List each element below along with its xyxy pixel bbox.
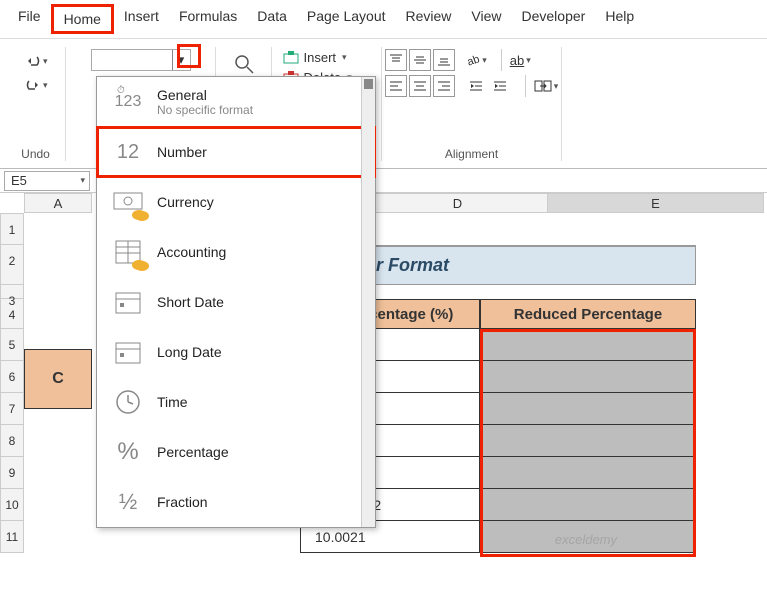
row-header-2[interactable]: 2 xyxy=(0,245,24,285)
currency-icon xyxy=(111,187,145,217)
align-center[interactable] xyxy=(409,75,431,97)
longdate-icon xyxy=(111,337,145,367)
col-header-E[interactable]: E xyxy=(548,193,764,213)
row-header-5[interactable]: 5 xyxy=(0,329,24,361)
row-header-11[interactable]: 11 xyxy=(0,521,24,553)
svg-text:ab: ab xyxy=(465,53,480,68)
menu-bar: File Home Insert Formulas Data Page Layo… xyxy=(0,0,767,39)
shortdate-icon xyxy=(111,287,145,317)
cell-E8[interactable] xyxy=(480,425,696,457)
insert-cells-button[interactable]: Insert▾ xyxy=(282,49,372,65)
orientation-button[interactable]: ab▾ xyxy=(465,49,487,71)
menu-help[interactable]: Help xyxy=(595,4,644,34)
group-label-alignment: Alignment xyxy=(445,147,498,161)
option-title: Fraction xyxy=(157,494,208,510)
row-header-7[interactable]: 7 xyxy=(0,393,24,425)
scrollbar-thumb[interactable] xyxy=(364,79,373,89)
menu-data[interactable]: Data xyxy=(247,4,297,34)
menu-view[interactable]: View xyxy=(461,4,511,34)
redo-button[interactable]: ▾ xyxy=(24,75,48,95)
col-header-D[interactable]: D xyxy=(368,193,548,213)
number-format-combo[interactable]: ▾ xyxy=(91,49,191,71)
option-title: Number xyxy=(157,144,207,160)
format-option-percentage[interactable]: % Percentage xyxy=(97,427,375,477)
menu-insert[interactable]: Insert xyxy=(114,4,169,34)
ribbon-group-undo: ▾ ▾ Undo xyxy=(6,47,66,161)
indent-dec[interactable] xyxy=(465,75,487,97)
menu-review[interactable]: Review xyxy=(396,4,462,34)
format-option-shortdate[interactable]: Short Date xyxy=(97,277,375,327)
align-top[interactable] xyxy=(385,49,407,71)
row-header-6[interactable]: 6 xyxy=(0,361,24,393)
align-bot[interactable] xyxy=(433,49,455,71)
option-title: Long Date xyxy=(157,344,222,360)
number-format-dropdown: ⏱123 GeneralNo specific format 12 Number Cur… xyxy=(96,76,376,528)
menu-formulas[interactable]: Formulas xyxy=(169,4,247,34)
format-option-fraction[interactable]: ½ Fraction xyxy=(97,477,375,527)
accounting-icon xyxy=(111,237,145,267)
format-option-general[interactable]: ⏱123 GeneralNo specific format xyxy=(97,77,375,127)
row-header-3[interactable]: 3 xyxy=(0,285,24,299)
number-format-dropdown-button[interactable]: ▾ xyxy=(172,50,190,70)
option-title: General xyxy=(157,87,253,103)
menu-pagelayout[interactable]: Page Layout xyxy=(297,4,396,34)
indent-inc[interactable] xyxy=(489,75,511,97)
insert-icon xyxy=(282,49,300,65)
option-title: Accounting xyxy=(157,244,226,260)
group-label-undo: Undo xyxy=(21,147,50,161)
row-header-4[interactable]: 4 xyxy=(0,299,24,329)
col-header-A[interactable]: A xyxy=(24,193,92,213)
option-title: Currency xyxy=(157,194,214,210)
ribbon-group-alignment: ab▾ ab Alignment xyxy=(382,47,562,161)
time-icon xyxy=(111,387,145,417)
option-title: Percentage xyxy=(157,444,229,460)
align-left[interactable] xyxy=(385,75,407,97)
general-icon: ⏱123 xyxy=(111,87,145,117)
percentage-icon: % xyxy=(111,437,145,467)
cell-E9[interactable] xyxy=(480,457,696,489)
row-header-8[interactable]: 8 xyxy=(0,425,24,457)
dropdown-scrollbar[interactable] xyxy=(361,77,375,527)
name-box[interactable]: E5▾ xyxy=(4,171,90,191)
format-option-longdate[interactable]: Long Date xyxy=(97,327,375,377)
menu-home[interactable]: Home xyxy=(51,4,114,34)
number-icon: 12 xyxy=(111,137,145,167)
align-right[interactable] xyxy=(433,75,455,97)
row-header-9[interactable]: 9 xyxy=(0,457,24,489)
undo-button[interactable]: ▾ xyxy=(24,51,48,71)
row-label-c[interactable]: C xyxy=(24,349,92,409)
format-option-currency[interactable]: Currency xyxy=(97,177,375,227)
format-option-number[interactable]: 12 Number xyxy=(97,127,375,177)
menu-file[interactable]: File xyxy=(8,4,51,34)
row-header-10[interactable]: 10 xyxy=(0,489,24,521)
find-select-icon[interactable] xyxy=(229,49,259,79)
option-title: Short Date xyxy=(157,294,224,310)
menu-developer[interactable]: Developer xyxy=(512,4,596,34)
format-option-accounting[interactable]: Accounting xyxy=(97,227,375,277)
cell-E10[interactable] xyxy=(480,489,696,521)
format-option-time[interactable]: Time xyxy=(97,377,375,427)
option-title: Time xyxy=(157,394,188,410)
cell-E7[interactable] xyxy=(480,393,696,425)
cell-E6[interactable] xyxy=(480,361,696,393)
cell-E11[interactable] xyxy=(480,521,696,553)
fraction-icon: ½ xyxy=(111,487,145,517)
cell-E5[interactable] xyxy=(480,329,696,361)
wrap-text-button[interactable]: ab xyxy=(501,49,531,71)
row-headers: 1 2 3 4 5 6 7 8 9 10 11 xyxy=(0,213,24,553)
table-header-E[interactable]: Reduced Percentage xyxy=(480,299,696,329)
merge-button[interactable] xyxy=(525,75,559,97)
option-sub: No specific format xyxy=(157,103,253,117)
row-header-1[interactable]: 1 xyxy=(0,213,24,245)
align-mid[interactable] xyxy=(409,49,431,71)
